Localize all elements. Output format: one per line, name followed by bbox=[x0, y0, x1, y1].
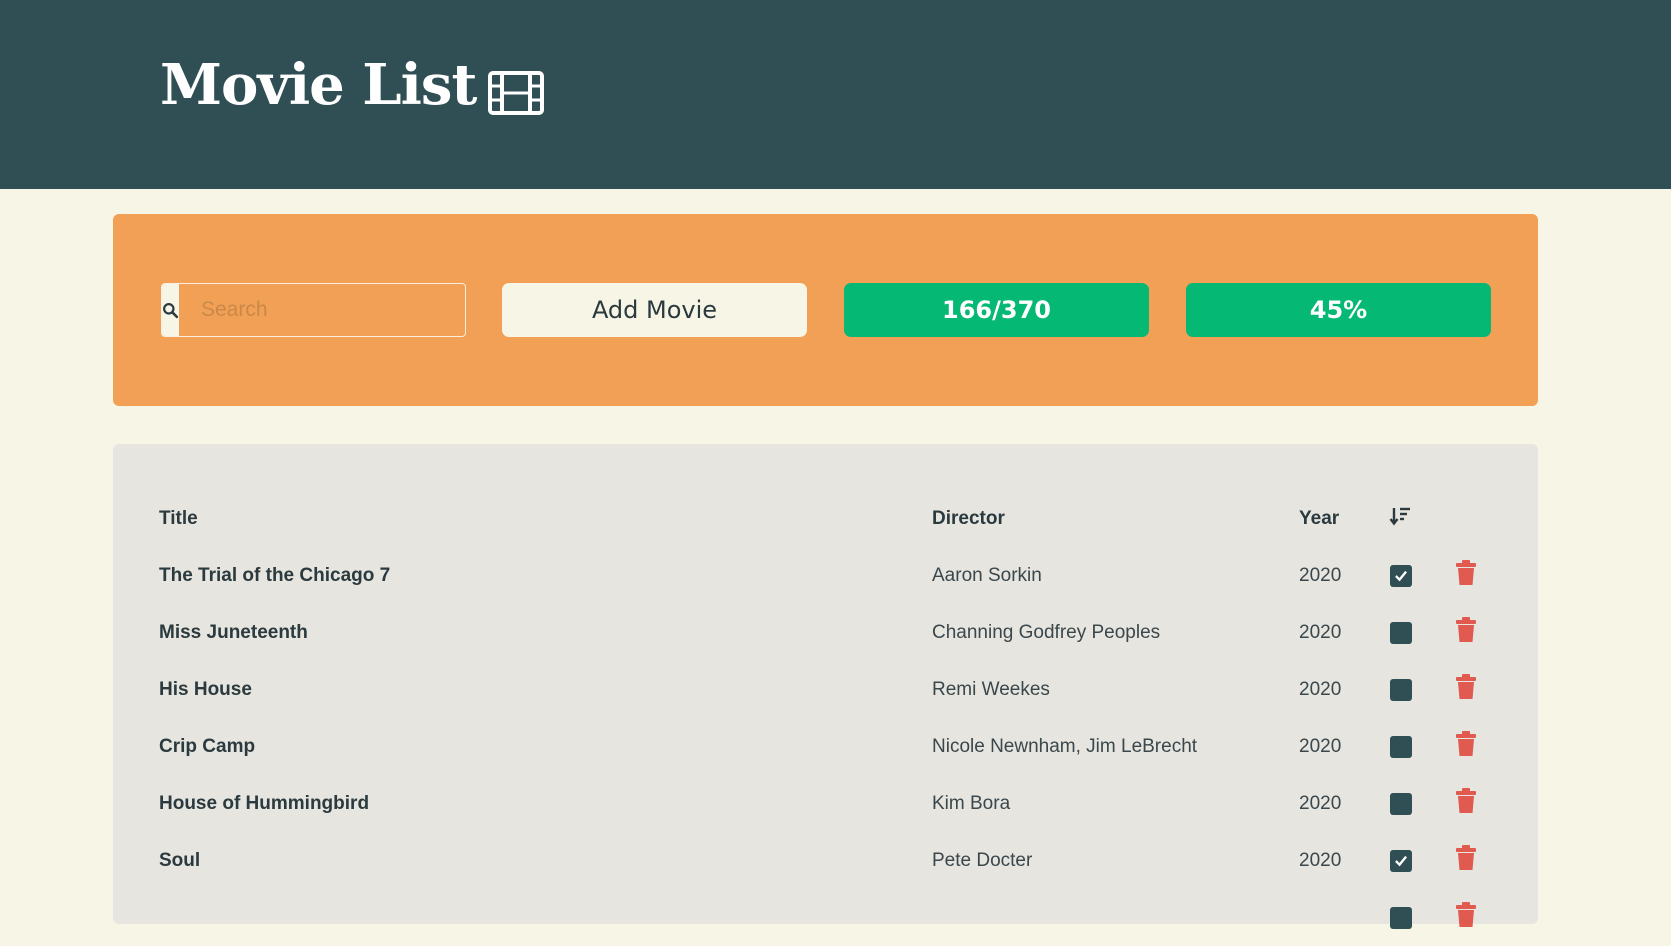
movie-year: 2020 bbox=[1299, 621, 1342, 643]
movie-title: The Trial of the Chicago 7 bbox=[159, 564, 391, 586]
column-header-year[interactable]: Year bbox=[1299, 508, 1339, 530]
table-row: Soul Pete Docter 2020 bbox=[113, 832, 1538, 889]
add-movie-button[interactable]: Add Movie bbox=[502, 283, 807, 337]
sort-icon[interactable] bbox=[1389, 505, 1411, 533]
watched-count-badge: 166/370 bbox=[844, 283, 1149, 337]
movie-year: 2020 bbox=[1299, 849, 1342, 871]
movie-year: 2020 bbox=[1299, 792, 1342, 814]
movie-director: Nicole Newnham, Jim LeBrecht bbox=[932, 735, 1198, 757]
toolbar: Add Movie 166/370 45% bbox=[113, 214, 1538, 406]
movie-title: House of Hummingbird bbox=[159, 792, 370, 814]
trash-icon[interactable] bbox=[1455, 616, 1477, 649]
movie-director: Remi Weekes bbox=[932, 678, 1050, 700]
watched-checkbox[interactable] bbox=[1390, 849, 1412, 872]
movie-table: Title Director Year The Trial of the Chi… bbox=[113, 444, 1538, 929]
column-header-director[interactable]: Director bbox=[932, 508, 1005, 530]
table-row: The Trial of the Chicago 7 Aaron Sorkin … bbox=[113, 547, 1538, 604]
watched-checkbox[interactable] bbox=[1390, 621, 1412, 644]
movie-director: Pete Docter bbox=[932, 849, 1033, 871]
search-input[interactable] bbox=[179, 284, 465, 336]
film-icon bbox=[488, 63, 545, 115]
watched-checkbox[interactable] bbox=[1390, 564, 1412, 587]
trash-icon[interactable] bbox=[1455, 673, 1477, 706]
page-title: Movie List bbox=[160, 52, 545, 118]
trash-icon[interactable] bbox=[1455, 844, 1477, 877]
search-box bbox=[161, 283, 466, 337]
movie-title: Crip Camp bbox=[159, 735, 256, 757]
movie-title: His House bbox=[159, 678, 252, 700]
movie-director: Aaron Sorkin bbox=[932, 564, 1042, 586]
table-row: House of Hummingbird Kim Bora 2020 bbox=[113, 775, 1538, 832]
table-row: His House Remi Weekes 2020 bbox=[113, 661, 1538, 718]
trash-icon[interactable] bbox=[1455, 730, 1477, 763]
movie-year: 2020 bbox=[1299, 735, 1342, 757]
app-header: Movie List bbox=[0, 0, 1671, 189]
trash-icon[interactable] bbox=[1455, 787, 1477, 820]
search-icon[interactable] bbox=[162, 284, 179, 336]
watched-checkbox[interactable] bbox=[1390, 792, 1412, 815]
column-header-title[interactable]: Title bbox=[159, 508, 198, 530]
table-row bbox=[113, 889, 1538, 946]
movie-title: Miss Juneteenth bbox=[159, 621, 308, 643]
movie-title: Soul bbox=[159, 849, 201, 871]
watched-checkbox[interactable] bbox=[1390, 678, 1412, 701]
watched-percent-badge: 45% bbox=[1186, 283, 1491, 337]
movie-year: 2020 bbox=[1299, 678, 1342, 700]
movie-director: Channing Godfrey Peoples bbox=[932, 621, 1161, 643]
movie-year: 2020 bbox=[1299, 564, 1342, 586]
table-header-row: Title Director Year bbox=[113, 490, 1538, 547]
table-row: Miss Juneteenth Channing Godfrey Peoples… bbox=[113, 604, 1538, 661]
table-row: Crip Camp Nicole Newnham, Jim LeBrecht 2… bbox=[113, 718, 1538, 775]
watched-checkbox[interactable] bbox=[1390, 906, 1412, 929]
trash-icon[interactable] bbox=[1455, 559, 1477, 592]
watched-checkbox[interactable] bbox=[1390, 735, 1412, 758]
movie-director: Kim Bora bbox=[932, 792, 1011, 814]
trash-icon[interactable] bbox=[1455, 901, 1477, 934]
page-title-text: Movie List bbox=[160, 52, 477, 118]
